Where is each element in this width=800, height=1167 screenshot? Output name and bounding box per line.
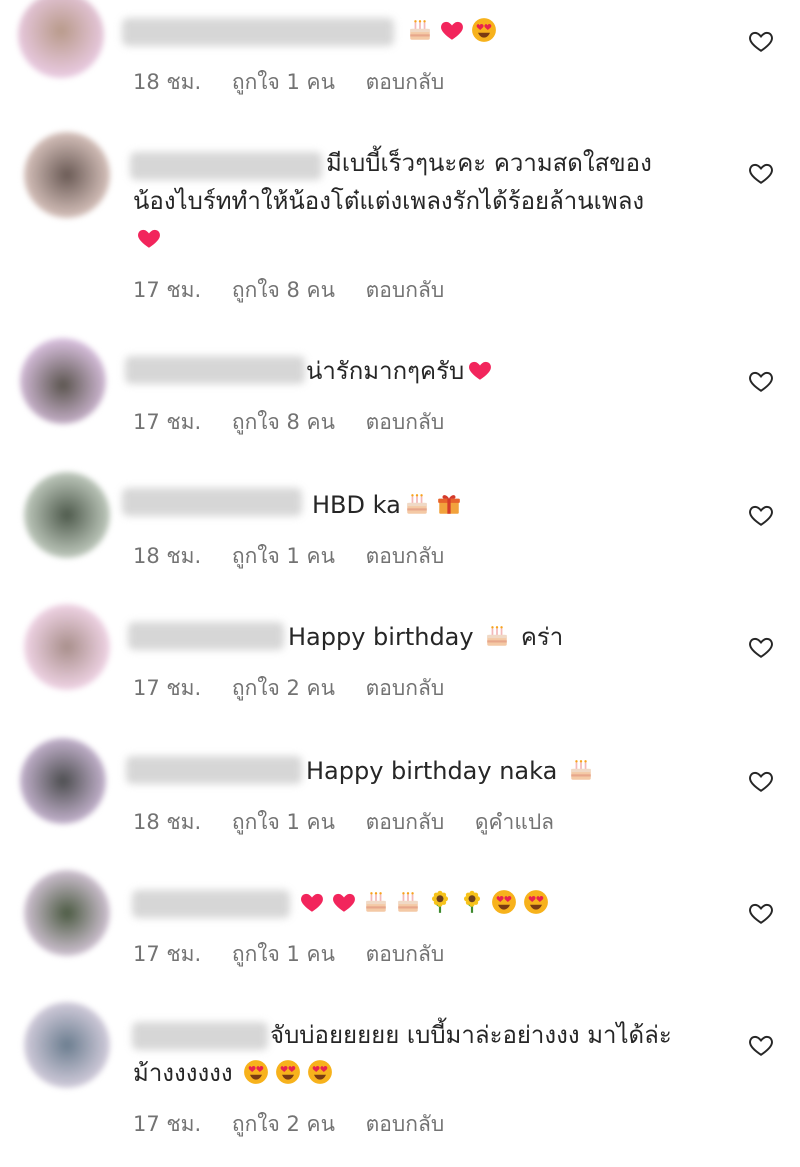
username-blurred[interactable]: [122, 488, 302, 516]
comment-text: Happy birthday naka: [306, 752, 597, 790]
sunflower-emoji-icon: [431, 890, 449, 913]
comment-text: [404, 12, 500, 50]
avatar[interactable]: [20, 338, 106, 424]
likes-count[interactable]: ถูกใจ 8 คน: [232, 410, 335, 434]
heart-emoji-icon: [441, 21, 463, 40]
username-blurred[interactable]: [132, 1022, 268, 1050]
likes-count[interactable]: ถูกใจ 1 คน: [232, 942, 335, 966]
reply-button[interactable]: ตอบกลับ: [366, 676, 445, 700]
heart-emoji-icon: [301, 893, 323, 912]
username-blurred[interactable]: [122, 18, 394, 46]
comment-text: มีเบบี้เร็วๆนะคะ ความสดใสของ: [326, 149, 652, 177]
likes-count[interactable]: ถูกใจ 2 คน: [232, 1112, 335, 1136]
cake-emoji-icon: [487, 626, 507, 646]
heart-emoji-icon: [333, 893, 355, 912]
timestamp: 18 ชม.: [133, 810, 202, 834]
timestamp: 18 ชม.: [133, 544, 202, 568]
comment-meta: 18 ชม. ถูกใจ 1 คน ตอบกลับ: [133, 540, 468, 573]
comment-text: จับบ่อยยยยย เบบี้มาล่ะอย่างงง มาได้ล่ะ: [270, 1021, 672, 1049]
like-heart-icon[interactable]: [748, 900, 774, 926]
comment-text: [296, 884, 552, 922]
username-blurred[interactable]: [125, 356, 305, 384]
comment-text-continued: น้องไบร์ททำให้น้องโต๋แต่งเพลงรักได้ร้อยล…: [133, 182, 644, 258]
timestamp: 17 ชม.: [133, 676, 202, 700]
timestamp: 17 ชม.: [133, 1112, 202, 1136]
reply-button[interactable]: ตอบกลับ: [366, 810, 445, 834]
reply-button[interactable]: ตอบกลับ: [366, 1112, 445, 1136]
avatar[interactable]: [24, 870, 110, 956]
like-heart-icon[interactable]: [748, 28, 774, 54]
likes-count[interactable]: ถูกใจ 1 คน: [232, 70, 335, 94]
likes-count[interactable]: ถูกใจ 1 คน: [232, 544, 335, 568]
likes-count[interactable]: ถูกใจ 8 คน: [232, 278, 335, 302]
reply-button[interactable]: ตอบกลับ: [366, 278, 445, 302]
comment-text: น่ารักมากๆครับ: [306, 352, 496, 390]
cake-emoji-icon: [366, 892, 386, 912]
timestamp: 17 ชม.: [133, 278, 202, 302]
like-heart-icon[interactable]: [748, 502, 774, 528]
cake-emoji-icon: [410, 20, 430, 40]
like-heart-icon[interactable]: [748, 1032, 774, 1058]
heart-eyes-emoji-icon: [308, 1060, 333, 1084]
avatar[interactable]: [20, 738, 106, 824]
comment-text: HBD ka: [312, 486, 465, 524]
reply-button[interactable]: ตอบกลับ: [366, 942, 445, 966]
like-heart-icon[interactable]: [748, 368, 774, 394]
comment-meta: 17 ชม. ถูกใจ 1 คน ตอบกลับ: [133, 938, 468, 971]
username-blurred[interactable]: [128, 622, 284, 650]
likes-count[interactable]: ถูกใจ 1 คน: [232, 810, 335, 834]
avatar[interactable]: [18, 0, 104, 78]
heart-eyes-emoji-icon: [276, 1060, 301, 1084]
reply-button[interactable]: ตอบกลับ: [366, 544, 445, 568]
gift-emoji-icon: [437, 495, 460, 514]
avatar[interactable]: [24, 132, 110, 218]
sunflower-emoji-icon: [463, 890, 481, 913]
cake-emoji-icon: [398, 892, 418, 912]
comment-text: Happy birthday คร่า: [288, 623, 564, 651]
heart-eyes-emoji-icon: [472, 18, 496, 42]
username-blurred[interactable]: [132, 890, 290, 918]
avatar[interactable]: [24, 472, 110, 558]
timestamp: 17 ชม.: [133, 410, 202, 434]
cake-emoji-icon: [571, 760, 591, 780]
heart-emoji-icon: [138, 229, 160, 248]
heart-eyes-emoji-icon: [244, 1060, 269, 1084]
comment-meta: 17 ชม. ถูกใจ 2 คน ตอบกลับ: [133, 1108, 468, 1141]
comment-meta: 17 ชม. ถูกใจ 8 คน ตอบกลับ: [133, 274, 468, 307]
reply-button[interactable]: ตอบกลับ: [366, 410, 445, 434]
avatar[interactable]: [24, 604, 110, 690]
username-blurred[interactable]: [130, 152, 322, 180]
comment-meta: 17 ชม. ถูกใจ 8 คน ตอบกลับ: [133, 406, 468, 439]
comment-meta: 17 ชม. ถูกใจ 2 คน ตอบกลับ: [133, 672, 468, 705]
comment-meta: 18 ชม. ถูกใจ 1 คน ตอบกลับ: [133, 66, 468, 99]
comment-text-continued: ม้างงงงงง: [133, 1054, 336, 1092]
timestamp: 17 ชม.: [133, 942, 202, 966]
like-heart-icon[interactable]: [748, 768, 774, 794]
heart-eyes-emoji-icon: [524, 890, 548, 914]
comment-meta: 18 ชม. ถูกใจ 1 คน ตอบกลับ ดูคำแปล: [133, 806, 578, 839]
timestamp: 18 ชม.: [133, 70, 202, 94]
cake-emoji-icon: [407, 494, 427, 514]
avatar[interactable]: [24, 1002, 110, 1088]
username-blurred[interactable]: [126, 756, 302, 784]
see-translation-button[interactable]: ดูคำแปล: [475, 810, 554, 834]
like-heart-icon[interactable]: [748, 634, 774, 660]
reply-button[interactable]: ตอบกลับ: [366, 70, 445, 94]
heart-eyes-emoji-icon: [492, 890, 516, 914]
heart-emoji-icon: [469, 361, 492, 380]
like-heart-icon[interactable]: [748, 160, 774, 186]
likes-count[interactable]: ถูกใจ 2 คน: [232, 676, 335, 700]
